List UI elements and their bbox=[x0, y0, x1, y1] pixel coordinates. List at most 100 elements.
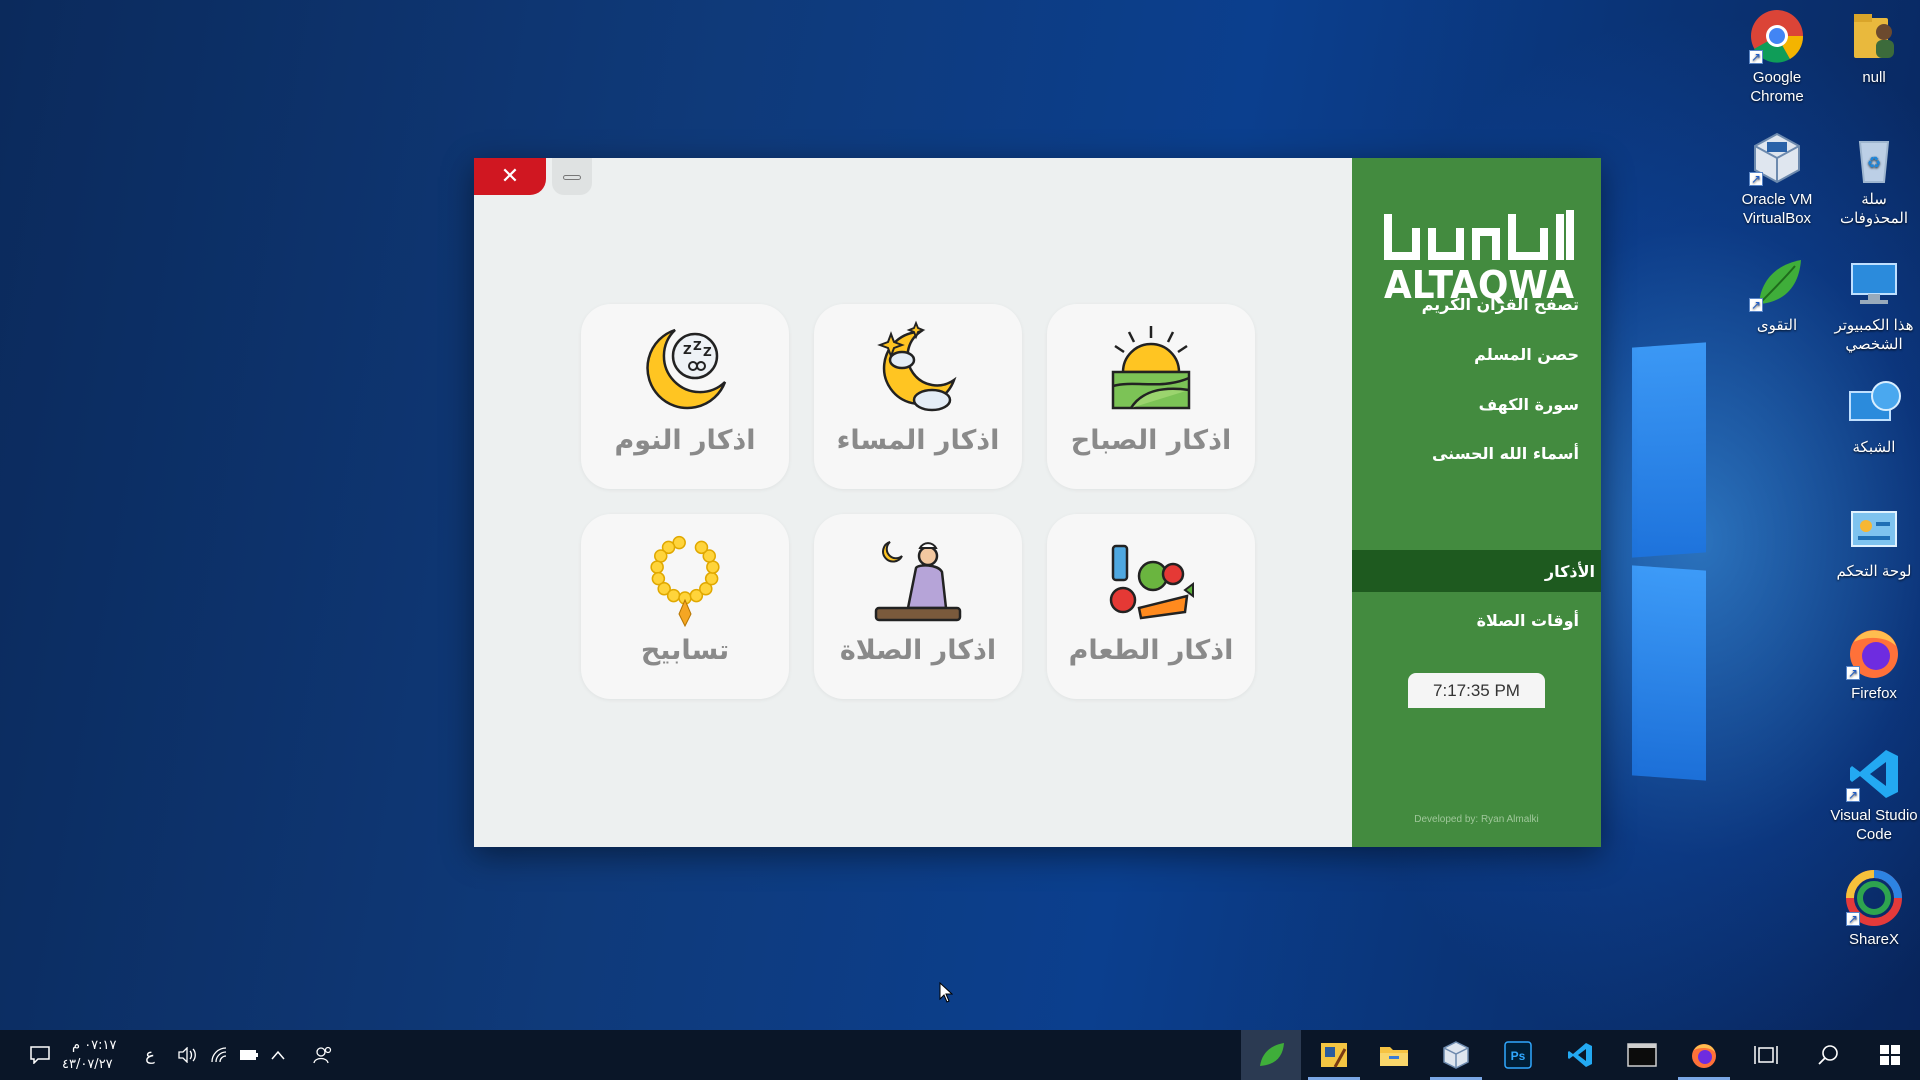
nav-adhkar-active[interactable]: الأذكار bbox=[1352, 550, 1601, 592]
minimize-button[interactable] bbox=[552, 158, 592, 195]
bead bbox=[650, 560, 664, 574]
minimize-icon bbox=[563, 175, 581, 180]
wallpaper-logo-pane bbox=[1632, 565, 1706, 781]
system-clock[interactable]: ٠٧:١٧ م ٤٣/٠٧/٢٧ bbox=[62, 1036, 132, 1074]
vscode-icon bbox=[1568, 1043, 1592, 1067]
sharex-icon bbox=[1846, 870, 1902, 929]
people-button[interactable] bbox=[310, 1030, 336, 1080]
chrome-icon bbox=[1749, 8, 1805, 67]
recycle-bin-icon: ♻ bbox=[1846, 130, 1902, 186]
taskbar-task-view[interactable] bbox=[1736, 1030, 1796, 1080]
wallpaper-logo-pane bbox=[1632, 342, 1706, 558]
show-hidden-icons-button[interactable] bbox=[266, 1030, 290, 1080]
desktop-icon-sharex[interactable]: ShareX bbox=[1828, 870, 1920, 949]
leaf-app-icon bbox=[1749, 256, 1805, 315]
nav-hisn-muslim[interactable]: حصن المسلم bbox=[1474, 345, 1579, 364]
input-language-indicator[interactable]: ع bbox=[140, 1030, 160, 1080]
nav-names-of-allah[interactable]: أسماء الله الحسنى bbox=[1432, 444, 1579, 463]
desktop-icon-recycle-bin[interactable]: ♻ سلة المحذوفات bbox=[1828, 130, 1920, 228]
bead-tassel bbox=[678, 598, 692, 628]
this-pc-icon bbox=[1846, 256, 1902, 312]
nav-quran[interactable]: تصفح القرآن الكريم bbox=[1422, 295, 1579, 314]
tile-evening-adhkar[interactable]: اذكار المساء bbox=[814, 304, 1022, 489]
close-button[interactable]: ✕ bbox=[474, 158, 546, 195]
user-folder-icon bbox=[1846, 8, 1902, 64]
bead bbox=[666, 588, 681, 603]
volume-button[interactable] bbox=[174, 1030, 200, 1080]
tile-label: اذكار الطعام bbox=[1068, 635, 1234, 666]
bead bbox=[654, 549, 668, 563]
developer-credit: Developed by: Ryan Almalki bbox=[1414, 814, 1539, 825]
nav-surat-alkahf[interactable]: سورة الكهف bbox=[1479, 395, 1579, 414]
virtualbox-icon bbox=[1443, 1041, 1469, 1069]
tile-label: اذكار الصلاة bbox=[839, 635, 997, 666]
desktop-icon-this-pc[interactable]: هذا الكمبيوتر الشخصي bbox=[1828, 256, 1920, 354]
wifi-icon bbox=[211, 1047, 227, 1063]
desktop-icon-label: الشبكة bbox=[1852, 439, 1896, 456]
desktop-icon-label: null bbox=[1862, 69, 1886, 86]
mouse-cursor-icon bbox=[939, 982, 953, 1003]
nav-prayer-times[interactable]: أوقات الصلاة bbox=[1477, 611, 1579, 630]
sidebar: ALTAQWA تصفح القرآن الكريم حصن المسلم سو… bbox=[1352, 158, 1601, 847]
svg-text:Z: Z bbox=[693, 339, 702, 353]
desktop-icon-firefox[interactable]: Firefox bbox=[1828, 624, 1920, 703]
sunrise-icon bbox=[1101, 320, 1201, 420]
tile-label: تسابيح bbox=[640, 635, 730, 666]
taskbar-terminal[interactable] bbox=[1612, 1030, 1672, 1080]
terminal-icon bbox=[1627, 1043, 1657, 1067]
nav-adhkar: الأذكار bbox=[1544, 562, 1595, 581]
desktop-icon-label: Firefox bbox=[1851, 685, 1897, 702]
desktop-icon-control-panel[interactable]: لوحة التحكم bbox=[1828, 502, 1920, 581]
volume-icon bbox=[178, 1047, 196, 1063]
svg-text:Z: Z bbox=[703, 345, 712, 359]
desktop-icon-virtualbox[interactable]: Oracle VM VirtualBox bbox=[1731, 130, 1823, 228]
desktop-icon-vscode[interactable]: Visual Studio Code bbox=[1828, 746, 1920, 844]
notification-center-button[interactable] bbox=[22, 1030, 58, 1080]
bead bbox=[704, 571, 719, 586]
desktop-icon-label: Google Chrome bbox=[1750, 69, 1804, 105]
sleep-moon-icon: Z Z Z bbox=[635, 320, 735, 420]
start-icon bbox=[1880, 1045, 1900, 1065]
taskbar-vscode[interactable] bbox=[1550, 1030, 1610, 1080]
svg-text:Z: Z bbox=[683, 343, 692, 357]
tile-prayer-adhkar[interactable]: اذكار الصلاة bbox=[814, 514, 1022, 699]
taskbar-start[interactable] bbox=[1860, 1030, 1920, 1080]
tile-label: اذكار النوم bbox=[614, 425, 756, 456]
desktop-icon-label: التقوى bbox=[1756, 317, 1798, 334]
desktop-icon-null[interactable]: null bbox=[1828, 8, 1920, 87]
search-icon bbox=[1818, 1045, 1838, 1065]
tile-label: اذكار الصباح bbox=[1070, 425, 1232, 456]
food-icon bbox=[1101, 530, 1201, 630]
desktop-icon-network[interactable]: الشبكة bbox=[1828, 378, 1920, 457]
taskbar-file-explorer[interactable] bbox=[1364, 1030, 1424, 1080]
battery-button[interactable] bbox=[236, 1030, 262, 1080]
prayer-beads-icon bbox=[635, 530, 735, 630]
taskbar-photoshop[interactable]: Ps bbox=[1488, 1030, 1548, 1080]
network-button[interactable] bbox=[206, 1030, 232, 1080]
moon-cloud-icon bbox=[868, 320, 968, 420]
tile-sleep-adhkar[interactable]: Z Z Z اذكار النوم bbox=[581, 304, 789, 489]
chevron-up-icon bbox=[271, 1050, 285, 1060]
desktop-icon-label: Oracle VM VirtualBox bbox=[1741, 191, 1813, 227]
taskbar-virtualbox[interactable] bbox=[1426, 1030, 1486, 1080]
bead bbox=[706, 560, 720, 574]
firefox-icon bbox=[1692, 1044, 1716, 1068]
system-time: ٠٧:١٧ م bbox=[72, 1038, 117, 1053]
notification-icon bbox=[30, 1046, 50, 1064]
tile-food-adhkar[interactable]: اذكار الطعام bbox=[1047, 514, 1255, 699]
desktop-icon-altaqwa[interactable]: التقوى bbox=[1731, 256, 1823, 335]
desktop-icon-chrome[interactable]: Google Chrome bbox=[1731, 8, 1823, 106]
desktop-icon-label: لوحة التحكم bbox=[1836, 563, 1912, 580]
taskbar-search[interactable] bbox=[1798, 1030, 1858, 1080]
taskbar-firefox[interactable] bbox=[1674, 1030, 1734, 1080]
tile-tasbeeh[interactable]: تسابيح bbox=[581, 514, 789, 699]
tile-morning-adhkar[interactable]: اذكار الصباح bbox=[1047, 304, 1255, 489]
file-explorer-icon bbox=[1380, 1047, 1408, 1066]
firefox-icon bbox=[1846, 624, 1902, 683]
taskbar-altaqwa[interactable] bbox=[1241, 1030, 1301, 1080]
clock-display: 7:17:35 PM bbox=[1408, 673, 1545, 708]
taskbar-paint[interactable] bbox=[1304, 1030, 1364, 1080]
prayer-icon bbox=[868, 530, 968, 630]
svg-text:♻: ♻ bbox=[1867, 155, 1881, 172]
desktop-icon-label: سلة المحذوفات bbox=[1839, 191, 1909, 227]
